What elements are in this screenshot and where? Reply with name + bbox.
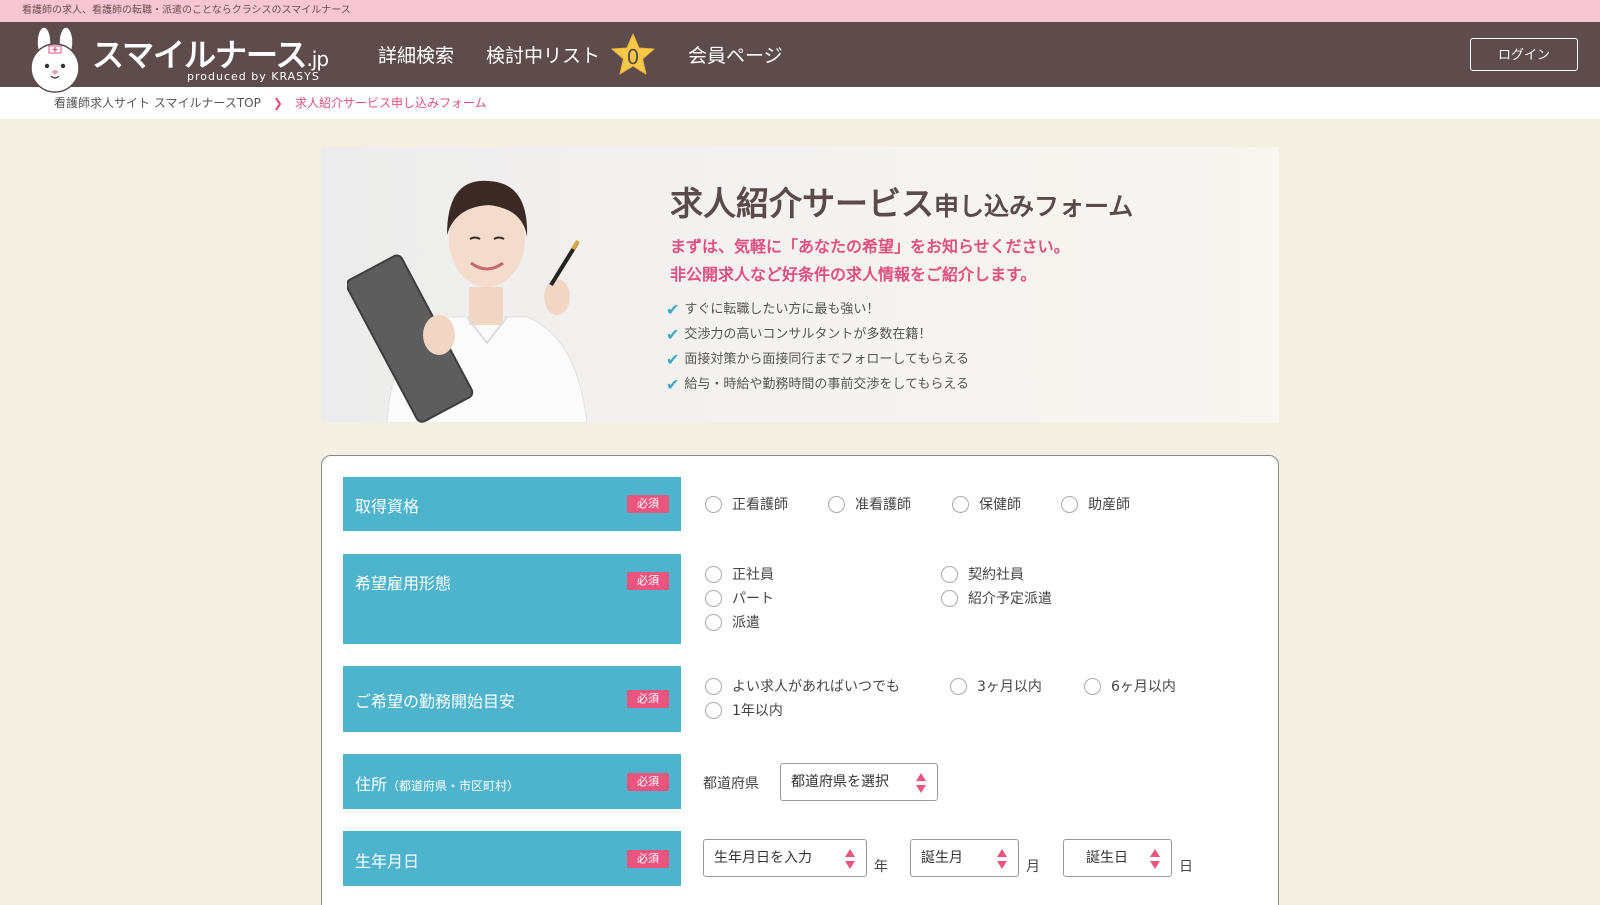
hero-point: ✔ 面接対策から面接同行までフォローしてもらえる [666,347,969,372]
nurse-photo [347,180,587,423]
login-button[interactable]: ログイン [1470,38,1578,71]
hero-point: ✔ 交渉力の高いコンサルタントが多数在籍！ [666,322,969,347]
employment-label: 希望雇用形態 必須 [343,554,681,644]
consider-count-badge: 0 [610,32,656,78]
site-tagline: 看護師の求人、看護師の転職・派遣のことならクラシスのスマイルナース [0,0,1600,22]
birth-month-select[interactable]: 誕生月 [910,839,1019,877]
hero-lead: まずは、気軽に「あなたの希望」をお知らせください。 非公開求人など好条件の求人情… [670,233,1070,289]
radio-circle [941,565,958,583]
select-arrows-icon [845,849,855,869]
radio-circle [952,495,969,513]
radio-circle [950,677,967,695]
birth-year-select[interactable]: 生年月日を入力 [703,839,867,877]
radio-circle [705,495,722,513]
start-timing-radio[interactable]: よい求人があればいつでも [705,676,900,696]
main-nav: 詳細検索 検討中リスト 0 会員ページ [378,22,815,87]
radio-circle [705,565,722,583]
qualification-radio[interactable]: 正看護師 [705,494,788,514]
consider-count: 0 [626,44,640,69]
employment-radio[interactable]: 紹介予定派遣 [941,588,1052,608]
site-header: スマイルナース.jp produced by KRASYS 詳細検索 検討中リス… [0,22,1600,93]
start-timing-radio[interactable]: 1年以内 [705,700,783,720]
select-arrows-icon [916,773,926,793]
start-timing-label: ご希望の勤務開始目安 必須 [343,666,681,732]
employment-radio[interactable]: パート [705,588,774,608]
birth-day-select[interactable]: 誕生日 [1063,839,1172,877]
logo-subtitle: produced by KRASYS [187,70,320,83]
radio-circle [941,589,958,607]
breadcrumb-separator-icon: ❯ [272,96,283,110]
check-icon: ✔ [666,375,680,394]
start-timing-radio[interactable]: 3ヶ月以内 [950,676,1042,696]
required-badge: 必須 [627,850,669,868]
radio-circle [828,495,845,513]
start-timing-radio[interactable]: 6ヶ月以内 [1084,676,1176,696]
employment-radio[interactable]: 派遣 [705,612,760,632]
required-badge: 必須 [627,690,669,708]
hero-point: ✔ 給与・時給や勤務時間の事前交渉をしてもらえる [666,372,969,397]
nav-detail-search[interactable]: 詳細検索 [378,41,454,68]
bunny-mascot-icon [30,26,80,93]
hero-lead-line-2: 非公開求人など好条件の求人情報をご紹介します。 [670,265,1037,284]
qualification-radio[interactable]: 保健師 [952,494,1021,514]
hero-points-list: ✔ すぐに転職したい方に最も強い！ ✔ 交渉力の高いコンサルタントが多数在籍！ ✔ 面… [666,297,969,397]
hero-point: ✔ すぐに転職したい方に最も強い！ [666,297,969,322]
select-arrows-icon [1150,849,1160,869]
radio-circle [705,677,722,695]
hero-banner: 求人紹介サービス申し込みフォーム まずは、気軽に「あなたの希望」をお知らせくださ… [321,147,1279,423]
employment-radio[interactable]: 正社員 [705,564,774,584]
radio-circle [705,589,722,607]
radio-circle [1084,677,1101,695]
hero-title: 求人紹介サービス申し込みフォーム [670,184,1134,223]
nav-consider-list-label: 検討中リスト [486,45,601,67]
qualification-label: 取得資格 必須 [343,477,681,531]
check-icon: ✔ [666,300,680,319]
hero-lead-line-1: まずは、気軽に「あなたの希望」をお知らせください。 [670,237,1070,256]
required-badge: 必須 [627,495,669,513]
day-unit: 日 [1179,859,1193,875]
employment-radio[interactable]: 契約社員 [941,564,1024,584]
prefecture-select[interactable]: 都道府県を選択 [780,763,938,801]
prefecture-field-label: 都道府県 [703,776,759,792]
address-label: 住所（都道府県・市区町村） 必須 [343,754,681,809]
site-logo[interactable]: スマイルナース.jp produced by KRASYS [22,24,332,93]
month-unit: 月 [1026,859,1040,875]
qualification-radio[interactable]: 准看護師 [828,494,911,514]
check-icon: ✔ [666,325,680,344]
radio-circle [705,613,722,631]
breadcrumb-current: 求人紹介サービス申し込みフォーム [294,96,487,110]
breadcrumb: 看護師求人サイト スマイルナースTOP ❯ 求人紹介サービス申し込みフォーム [0,87,1600,119]
nav-member-page[interactable]: 会員ページ [688,41,783,68]
required-badge: 必須 [627,773,669,791]
qualification-radio[interactable]: 助産師 [1061,494,1130,514]
radio-circle [1061,495,1078,513]
radio-circle [705,701,722,719]
check-icon: ✔ [666,350,680,369]
year-unit: 年 [874,859,888,875]
birthdate-label: 生年月日 必須 [343,831,681,886]
nav-consider-list[interactable]: 検討中リスト 0 [486,32,656,78]
required-badge: 必須 [627,572,669,590]
select-arrows-icon [997,849,1007,869]
application-form: 取得資格 必須 正看護師 准看護師 保健師 助産師 希望雇用形態 必須 正社員 … [321,455,1279,905]
